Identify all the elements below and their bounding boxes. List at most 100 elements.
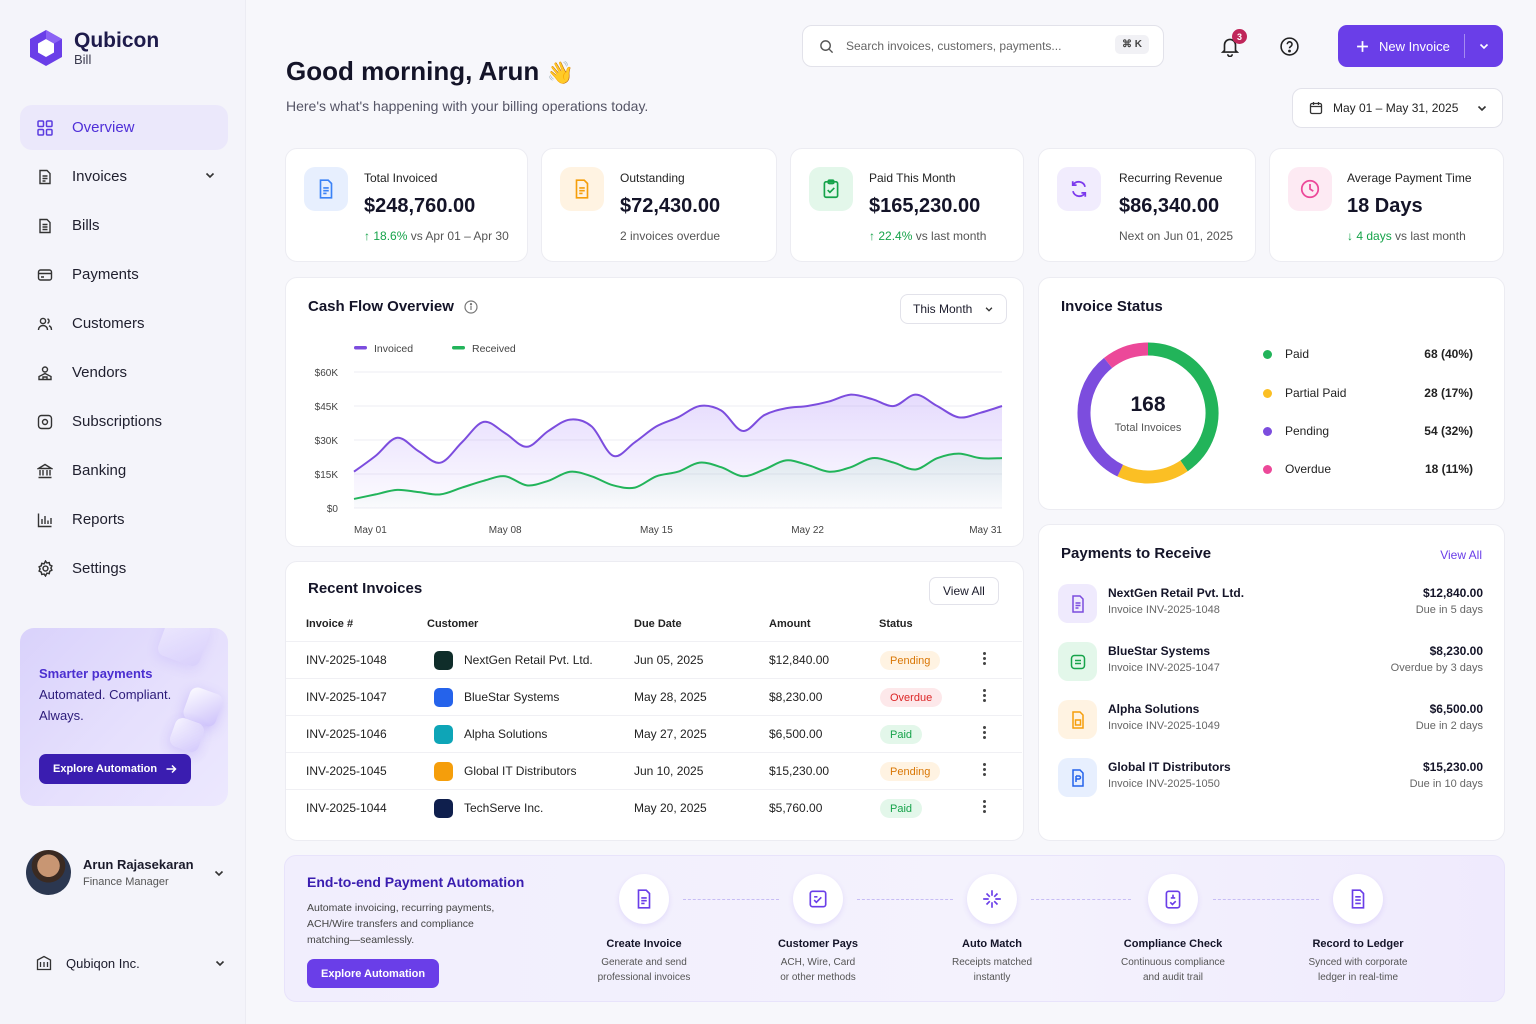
chevron-down-icon	[1479, 43, 1489, 50]
column-header[interactable]: Due Date	[634, 618, 682, 630]
invoice-status-donut: 168 Total Invoices	[1077, 342, 1219, 484]
customer-logo-icon	[434, 762, 453, 781]
column-header[interactable]: Invoice #	[306, 618, 353, 630]
sidebar-item-payments[interactable]: Payments	[20, 252, 228, 297]
invoice-icon	[1058, 700, 1097, 739]
promo-line-2: Automated. Compliant.	[39, 687, 172, 702]
invoice-id[interactable]: INV-2025-1048	[306, 653, 387, 667]
sidebar-item-subscriptions[interactable]: Subscriptions	[20, 399, 228, 444]
x-tick-label: May 15	[640, 525, 673, 536]
new-invoice-button[interactable]: New Invoice	[1338, 25, 1503, 67]
customer-name: NextGen Retail Pvt. Ltd.	[464, 653, 593, 667]
table-row[interactable]: INV-2025-1048 NextGen Retail Pvt. Ltd. J…	[286, 641, 1022, 678]
payment-item[interactable]: Alpha Solutions Invoice INV-2025-1049 $6…	[1058, 700, 1483, 750]
legend-dot	[1263, 426, 1272, 436]
arrow-down-icon: ↓	[1347, 229, 1353, 243]
help-button[interactable]	[1277, 34, 1301, 58]
grid-icon	[36, 119, 54, 137]
subscription-icon	[36, 413, 54, 431]
search-input[interactable]: Search invoices, customers, payments... …	[802, 25, 1164, 67]
column-header[interactable]: Customer	[427, 618, 478, 630]
legend-label: Partial Paid	[1285, 386, 1347, 400]
customer-logo-icon	[434, 651, 453, 670]
donut-slice-overdue[interactable]	[1104, 342, 1149, 369]
brand-logo[interactable]: Qubicon Bill	[28, 28, 159, 68]
stat-card-recurring-revenue[interactable]: Recurring Revenue $86,340.00 Next on Jun…	[1038, 148, 1256, 262]
stat-card-outstanding[interactable]: Outstanding $72,430.00 2 invoices overdu…	[541, 148, 777, 262]
invoice-icon	[1058, 584, 1097, 623]
stat-label: Outstanding	[620, 171, 685, 185]
promo-line-1: Smarter payments	[39, 666, 153, 681]
organization-switcher[interactable]: Qubiqon Inc.	[36, 955, 226, 971]
explore-automation-button[interactable]: Explore Automation	[307, 959, 440, 988]
automation-step-customer-pays[interactable]: Customer Pays ACH, Wire, Card or other me…	[743, 874, 893, 985]
explore-automation-button[interactable]: Explore Automation	[39, 754, 192, 784]
more-options-icon[interactable]	[983, 800, 987, 815]
legend-dot	[1263, 388, 1272, 398]
step-desc-line: ledger in real-time	[1317, 972, 1399, 983]
automation-step-auto-match[interactable]: Auto Match Receipts matched instantly	[917, 874, 1067, 985]
payment-item[interactable]: Global IT Distributors Invoice INV-2025-…	[1058, 758, 1483, 808]
stat-note: 2 invoices overdue	[620, 229, 721, 243]
chevron-down-icon	[1477, 105, 1487, 112]
stat-card-total-invoiced[interactable]: Total Invoiced $248,760.00 ↑ 18.6% vs Ap…	[285, 148, 528, 262]
invoice-id[interactable]: INV-2025-1045	[306, 764, 387, 778]
chevron-down-icon[interactable]	[213, 867, 225, 879]
sidebar-item-label: Customers	[72, 315, 145, 332]
sidebar-item-bills[interactable]: Bills	[20, 203, 228, 248]
sidebar-item-reports[interactable]: Reports	[20, 497, 228, 542]
invoice-id[interactable]: INV-2025-1047	[306, 690, 387, 704]
donut-slice-partial-paid[interactable]	[1117, 460, 1188, 484]
sidebar-item-label: Invoices	[72, 168, 128, 185]
chevron-down-icon[interactable]	[204, 168, 216, 185]
new-invoice-dropdown[interactable]	[1465, 40, 1503, 52]
date-range-picker[interactable]: May 01 – May 31, 2025	[1292, 88, 1503, 128]
sidebar-item-overview[interactable]: Overview	[20, 105, 228, 150]
sidebar-item-vendors[interactable]: Vendors	[20, 350, 228, 395]
sidebar-item-settings[interactable]: Settings	[20, 546, 228, 591]
arrow-up-icon: ↑	[364, 229, 370, 243]
receipt-icon	[1058, 642, 1097, 681]
table-row[interactable]: INV-2025-1045 Global IT Distributors Jun…	[286, 752, 1022, 789]
donut-slice-pending[interactable]	[1077, 357, 1124, 477]
step-desc: Synced with corporate ledger in real-time	[1283, 955, 1433, 985]
view-all-button[interactable]: View All	[929, 577, 999, 605]
sidebar-item-customers[interactable]: Customers	[20, 301, 228, 346]
stat-card-paid-this-month[interactable]: Paid This Month $165,230.00 ↑ 22.4% vs l…	[790, 148, 1024, 262]
arrow-right-icon	[166, 764, 177, 774]
due-date: May 28, 2025	[634, 690, 707, 704]
stat-label: Average Payment Time	[1347, 171, 1472, 185]
table-row[interactable]: INV-2025-1047 BlueStar Systems May 28, 2…	[286, 678, 1022, 715]
automation-step-create-invoice[interactable]: Create Invoice Generate and send professi…	[569, 874, 719, 985]
page-title: Good morning, Arun 👋	[286, 56, 574, 87]
view-all-link[interactable]: View All	[1440, 548, 1482, 562]
stat-note: ↑ 22.4% vs last month	[869, 229, 986, 243]
more-options-icon[interactable]	[983, 763, 987, 778]
stat-note-text: vs Apr 01 – Apr 30	[410, 229, 509, 243]
automation-step-compliance-check[interactable]: Compliance Check Continuous compliance an…	[1098, 874, 1248, 985]
more-options-icon[interactable]	[983, 689, 987, 704]
invoice-id[interactable]: INV-2025-1044	[306, 801, 387, 815]
user-profile[interactable]: Arun Rajasekaran Finance Manager	[26, 850, 231, 895]
table-row[interactable]: INV-2025-1046 Alpha Solutions May 27, 20…	[286, 715, 1022, 752]
sidebar-item-banking[interactable]: Banking	[20, 448, 228, 493]
automation-step-record-to-ledger[interactable]: Record to Ledger Synced with corporate le…	[1283, 874, 1433, 985]
column-header[interactable]: Amount	[769, 618, 811, 630]
column-header[interactable]: Status	[879, 618, 913, 630]
sidebar-item-invoices[interactable]: Invoices	[20, 154, 228, 199]
payment-item[interactable]: NextGen Retail Pvt. Ltd. Invoice INV-202…	[1058, 584, 1483, 634]
amount: $12,840.00	[769, 653, 830, 667]
payments-title: Payments to Receive	[1061, 545, 1212, 562]
stat-value: $165,230.00	[869, 195, 981, 217]
stat-card-average-payment-time[interactable]: Average Payment Time 18 Days ↓ 4 days vs…	[1269, 148, 1504, 262]
more-options-icon[interactable]	[983, 652, 987, 667]
more-options-icon[interactable]	[983, 726, 987, 741]
customer-name: Alpha Solutions	[464, 727, 548, 741]
new-invoice-main[interactable]: New Invoice	[1338, 25, 1464, 67]
chevron-down-icon[interactable]	[214, 957, 226, 969]
table-row[interactable]: INV-2025-1044 TechServe Inc. May 20, 202…	[286, 789, 1022, 826]
stat-note: Next on Jun 01, 2025	[1119, 229, 1234, 243]
clock-icon	[1288, 167, 1332, 211]
payment-item[interactable]: BlueStar Systems Invoice INV-2025-1047 $…	[1058, 642, 1483, 692]
invoice-id[interactable]: INV-2025-1046	[306, 727, 387, 741]
